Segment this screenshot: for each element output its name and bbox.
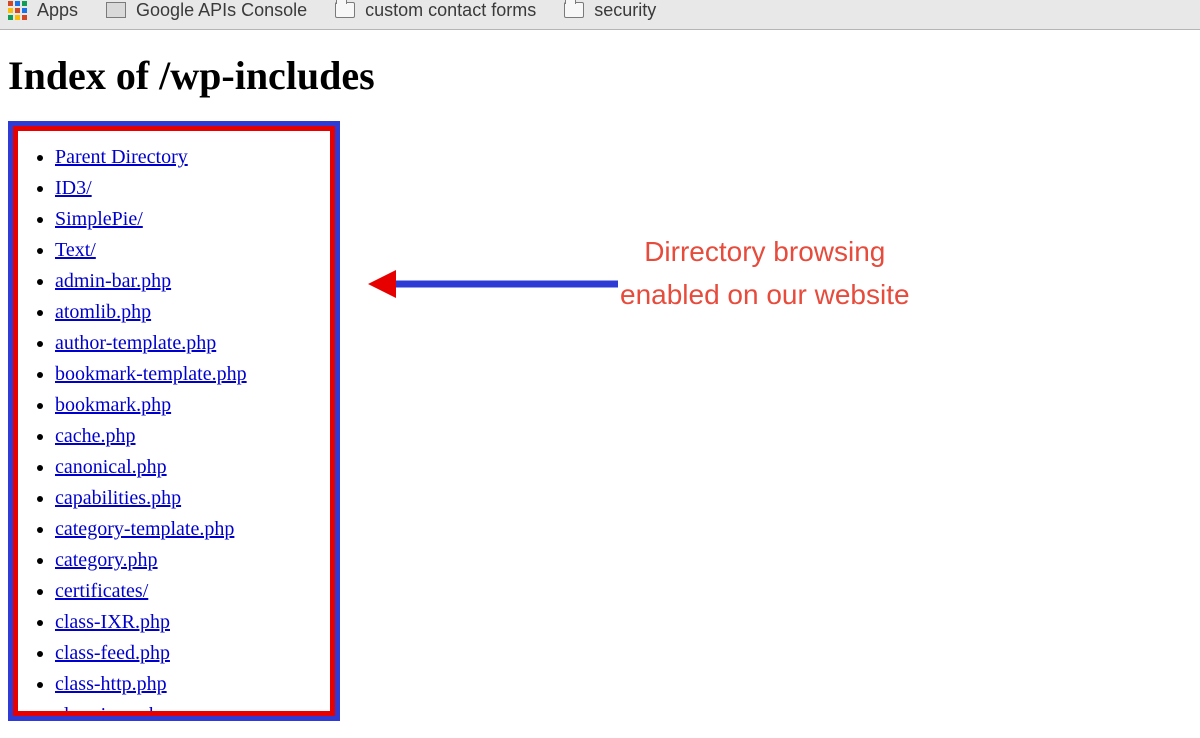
directory-link[interactable]: class-json.php <box>55 704 169 721</box>
list-item: class-IXR.php <box>55 607 317 638</box>
list-item: canonical.php <box>55 452 317 483</box>
directory-link[interactable]: SimplePie/ <box>55 208 143 230</box>
directory-link[interactable]: bookmark-template.php <box>55 363 247 385</box>
page-content: Index of /wp-includes Parent Directory ID… <box>0 30 1200 729</box>
list-item: author-template.php <box>55 328 317 359</box>
apps-grid-icon <box>8 1 27 20</box>
list-item: capabilities.php <box>55 483 317 514</box>
list-item: bookmark-template.php <box>55 359 317 390</box>
directory-listing-box: Parent Directory ID3/SimplePie/Text/admin… <box>8 121 340 721</box>
directory-listing: Parent Directory ID3/SimplePie/Text/admin… <box>31 142 317 721</box>
bookmark-bar: Apps Google APIs Console custom contact … <box>0 0 1200 30</box>
directory-link[interactable]: bookmark.php <box>55 394 171 416</box>
directory-link[interactable]: Text/ <box>55 239 96 261</box>
directory-link[interactable]: class-IXR.php <box>55 611 170 633</box>
directory-link[interactable]: author-template.php <box>55 332 216 354</box>
list-item: admin-bar.php <box>55 266 317 297</box>
directory-link[interactable]: atomlib.php <box>55 301 151 323</box>
list-item: ID3/ <box>55 173 317 204</box>
annotation-line-2: enabled on our website <box>620 273 910 316</box>
page-icon <box>106 2 126 18</box>
annotation-line-1: Dirrectory browsing <box>620 230 910 273</box>
annotation-text: Dirrectory browsing enabled on our websi… <box>620 230 910 317</box>
list-item: class-feed.php <box>55 638 317 669</box>
folder-icon <box>335 2 355 18</box>
bookmark-label: security <box>594 0 656 20</box>
bookmark-label: Google APIs Console <box>136 0 307 20</box>
bookmark-apps-label: Apps <box>37 0 78 20</box>
directory-link[interactable]: Parent Directory <box>55 146 188 168</box>
list-item: Text/ <box>55 235 317 266</box>
bookmark-security[interactable]: security <box>564 0 656 20</box>
list-item: category-template.php <box>55 514 317 545</box>
directory-link[interactable]: class-feed.php <box>55 642 170 664</box>
list-item: SimplePie/ <box>55 204 317 235</box>
bookmark-google-apis[interactable]: Google APIs Console <box>106 0 307 20</box>
list-item: category.php <box>55 545 317 576</box>
directory-link[interactable]: certificates/ <box>55 580 148 602</box>
folder-icon <box>564 2 584 18</box>
bookmark-label: custom contact forms <box>365 0 536 20</box>
directory-link[interactable]: class-http.php <box>55 673 167 695</box>
list-item: Parent Directory <box>55 142 317 173</box>
directory-link[interactable]: capabilities.php <box>55 487 181 509</box>
bookmark-apps[interactable]: Apps <box>8 0 78 20</box>
list-item: class-http.php <box>55 669 317 700</box>
list-item: class-json.php <box>55 700 317 721</box>
bookmark-custom-contact-forms[interactable]: custom contact forms <box>335 0 536 20</box>
directory-link[interactable]: canonical.php <box>55 456 167 478</box>
directory-link[interactable]: category-template.php <box>55 518 234 540</box>
page-title: Index of /wp-includes <box>8 52 1192 99</box>
directory-link[interactable]: category.php <box>55 549 158 571</box>
directory-link[interactable]: cache.php <box>55 425 136 447</box>
list-item: atomlib.php <box>55 297 317 328</box>
list-item: cache.php <box>55 421 317 452</box>
directory-link[interactable]: ID3/ <box>55 177 92 199</box>
list-item: certificates/ <box>55 576 317 607</box>
directory-link[interactable]: admin-bar.php <box>55 270 171 292</box>
list-item: bookmark.php <box>55 390 317 421</box>
annotation-arrow-icon <box>368 266 618 302</box>
